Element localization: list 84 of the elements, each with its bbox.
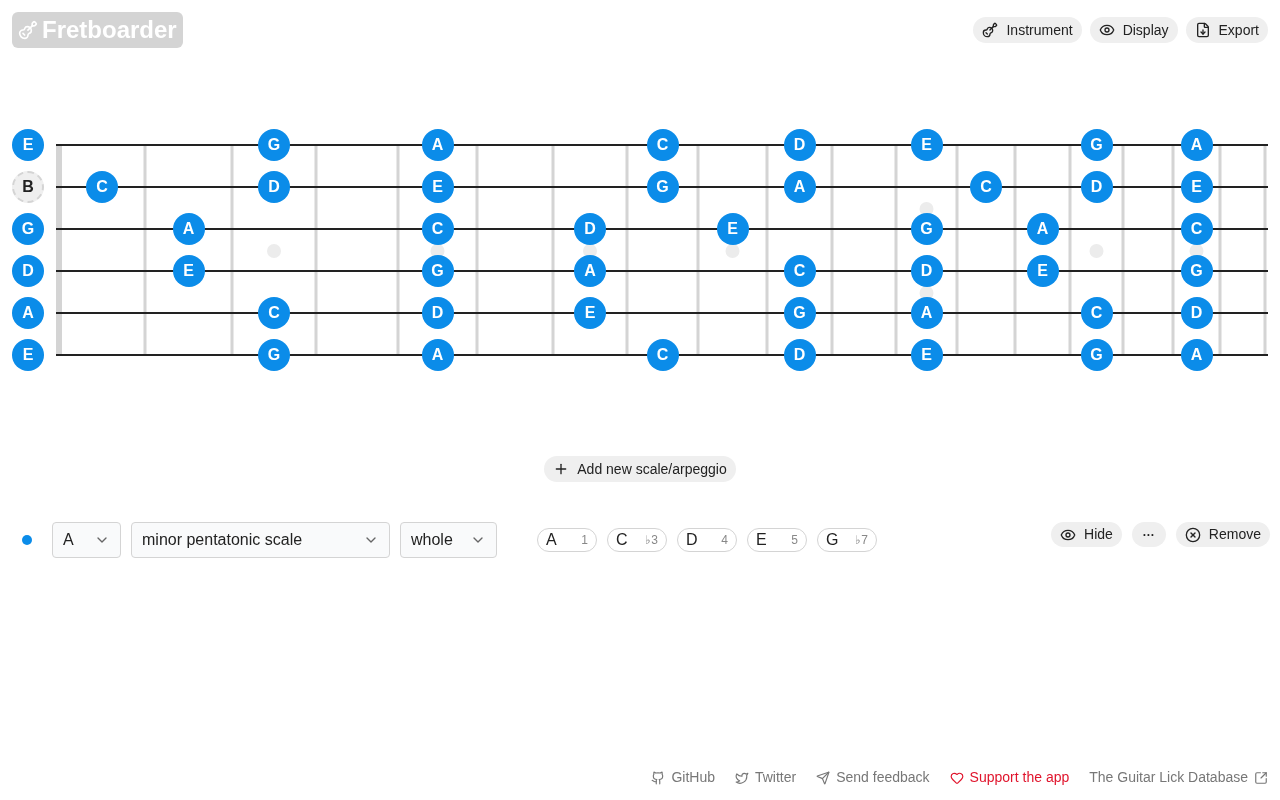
fret-note[interactable]: A: [421, 339, 454, 371]
fret-note[interactable]: D: [1180, 297, 1213, 329]
fret-note[interactable]: G: [258, 339, 290, 371]
fret-note[interactable]: A: [172, 213, 205, 245]
fret-note[interactable]: G: [421, 255, 454, 287]
fret-note[interactable]: E: [574, 297, 606, 329]
fret-note[interactable]: G: [1180, 255, 1213, 287]
fret-note[interactable]: D: [910, 255, 943, 287]
fret-note[interactable]: C: [646, 339, 679, 371]
fret-note[interactable]: A: [421, 129, 454, 161]
open-string-note[interactable]: E: [12, 339, 44, 371]
open-string-note[interactable]: B: [12, 171, 44, 203]
fret-note[interactable]: G: [910, 213, 943, 245]
scale-select[interactable]: minor pentatonic scale: [131, 522, 390, 558]
interval-note: D: [686, 530, 698, 550]
interval-degree: 1: [581, 532, 588, 549]
fret-note[interactable]: E: [910, 129, 943, 161]
fret-note[interactable]: D: [1080, 171, 1113, 203]
fret-note[interactable]: C: [1080, 297, 1113, 329]
close-icon: [1184, 526, 1201, 543]
bird-icon: [734, 770, 749, 785]
fret-note[interactable]: A: [910, 297, 943, 329]
paper-plane-icon: [816, 770, 831, 785]
fret-note[interactable]: E: [1026, 255, 1059, 287]
interval-note: E: [756, 530, 767, 550]
fret-note[interactable]: G: [258, 129, 290, 161]
position-select[interactable]: whole: [400, 522, 497, 558]
external-link-icon: [1254, 770, 1268, 785]
footer-link[interactable]: Send feedback: [816, 767, 930, 788]
fret-note[interactable]: D: [783, 129, 816, 161]
interval-degree: ♭7: [855, 532, 868, 549]
interval-note: A: [546, 530, 557, 550]
root-select[interactable]: A: [52, 522, 121, 558]
footer-link[interactable]: Twitter: [734, 767, 797, 788]
fret-note[interactable]: D: [258, 171, 290, 203]
fret-note[interactable]: E: [421, 171, 454, 203]
fret-note[interactable]: A: [1180, 129, 1213, 161]
fret-note[interactable]: A: [1180, 339, 1213, 371]
fret-note[interactable]: E: [1180, 171, 1213, 203]
fret-note[interactable]: G: [1080, 339, 1113, 371]
interval-degree: ♭3: [645, 532, 658, 549]
fret-note[interactable]: G: [783, 297, 816, 329]
file-download-icon: [1194, 22, 1211, 38]
interval-note: C: [616, 530, 628, 550]
fret-note[interactable]: C: [783, 255, 816, 287]
fret-note[interactable]: C: [646, 129, 679, 161]
fret-note[interactable]: D: [574, 213, 606, 245]
add-scale-button[interactable]: Add new scale/arpeggio: [544, 456, 736, 482]
fret-note[interactable]: E: [716, 213, 749, 245]
interval-degree: 5: [791, 532, 798, 549]
open-string-note[interactable]: E: [12, 129, 44, 161]
footer-link[interactable]: GitHub: [651, 767, 715, 788]
fret-note[interactable]: G: [646, 171, 679, 203]
guitar-icon: [982, 22, 999, 38]
fret-note[interactable]: C: [970, 171, 1002, 203]
fret-note[interactable]: A: [783, 171, 816, 203]
fret-note[interactable]: A: [1026, 213, 1059, 245]
fret-note[interactable]: C: [421, 213, 454, 245]
open-string-note[interactable]: G: [12, 213, 44, 245]
fret-note[interactable]: G: [1080, 129, 1113, 161]
fret-note[interactable]: C: [86, 171, 118, 203]
more-button[interactable]: ···: [1131, 522, 1166, 547]
fret-note[interactable]: E: [910, 339, 943, 371]
toolbar-button[interactable]: Export: [1185, 17, 1268, 43]
fret-note[interactable]: C: [1180, 213, 1213, 245]
toolbar-button[interactable]: Instrument: [973, 17, 1082, 43]
open-string-note[interactable]: A: [12, 297, 44, 329]
fret-note[interactable]: E: [172, 255, 205, 287]
guitar-icon: [18, 20, 38, 40]
footer-link[interactable]: The Guitar Lick Database: [1089, 767, 1268, 788]
fret-note[interactable]: C: [258, 297, 290, 329]
action-button[interactable]: Hide: [1051, 522, 1122, 547]
heart-icon: [949, 770, 964, 785]
fret-note[interactable]: A: [574, 255, 606, 287]
action-button[interactable]: Remove: [1175, 522, 1270, 547]
eye-icon: [1098, 22, 1115, 38]
interval-degree: 4: [721, 532, 728, 549]
fret-note[interactable]: D: [783, 339, 816, 371]
footer-link[interactable]: Support the app: [949, 767, 1070, 788]
github-icon: [651, 770, 666, 785]
open-string-note[interactable]: D: [12, 255, 44, 287]
fret-note[interactable]: D: [421, 297, 454, 329]
toolbar-button[interactable]: Display: [1089, 17, 1178, 43]
interval-note: G: [826, 530, 839, 550]
